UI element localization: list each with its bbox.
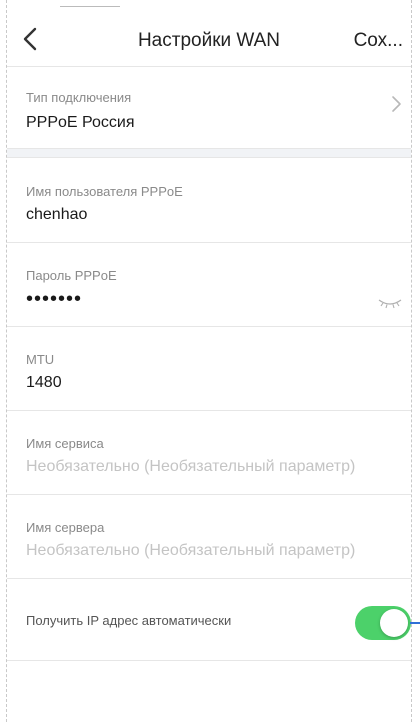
row-divider xyxy=(7,494,411,495)
service-name-field[interactable]: Необязательно (Необязательный параметр) xyxy=(26,458,355,476)
service-name-row: Имя сервиса Необязательно (Необязательны… xyxy=(7,432,411,492)
username-row: Имя пользователя PPPoE chenhao xyxy=(7,180,411,240)
mtu-label: MTU xyxy=(26,352,55,367)
chevron-right-icon xyxy=(392,96,401,112)
server-name-field[interactable]: Необязательно (Необязательный параметр) xyxy=(26,542,355,560)
annotation-marker xyxy=(410,622,420,624)
connection-type-value: PPPoE Россия xyxy=(26,114,135,131)
row-divider xyxy=(7,578,411,579)
auto-ip-row: Получить IP адрес автоматически xyxy=(7,600,411,644)
row-divider xyxy=(7,242,411,243)
save-button[interactable]: Сох... xyxy=(354,30,403,52)
password-label: Пароль PPPoE xyxy=(26,268,117,283)
mtu-row: MTU 1480 xyxy=(7,348,411,408)
row-divider xyxy=(7,326,411,327)
eye-closed-icon[interactable] xyxy=(377,296,403,310)
row-divider xyxy=(7,660,411,661)
username-label: Имя пользователя PPPoE xyxy=(26,184,183,199)
toggle-knob xyxy=(380,609,408,637)
server-name-label: Имя сервера xyxy=(26,520,105,535)
password-row: Пароль PPPoE ••••••• xyxy=(7,264,411,324)
section-separator xyxy=(7,148,411,158)
password-field[interactable]: ••••••• xyxy=(26,288,82,311)
page-title: Настройки WAN xyxy=(137,30,281,51)
mtu-field[interactable]: 1480 xyxy=(26,374,62,392)
navbar-divider xyxy=(7,66,411,67)
auto-ip-toggle[interactable] xyxy=(355,606,411,640)
username-field[interactable]: chenhao xyxy=(26,206,87,224)
connection-type-row[interactable]: Тип подключения PPPoE Россия xyxy=(7,84,411,140)
server-name-row: Имя сервера Необязательно (Необязательны… xyxy=(7,516,411,576)
navigation-bar: Настройки WAN Сох... xyxy=(7,14,411,66)
row-divider xyxy=(7,410,411,411)
service-name-label: Имя сервиса xyxy=(26,436,104,451)
status-fragment xyxy=(60,0,120,7)
connection-type-label: Тип подключения xyxy=(26,90,132,105)
auto-ip-label: Получить IP адрес автоматически xyxy=(26,613,232,628)
